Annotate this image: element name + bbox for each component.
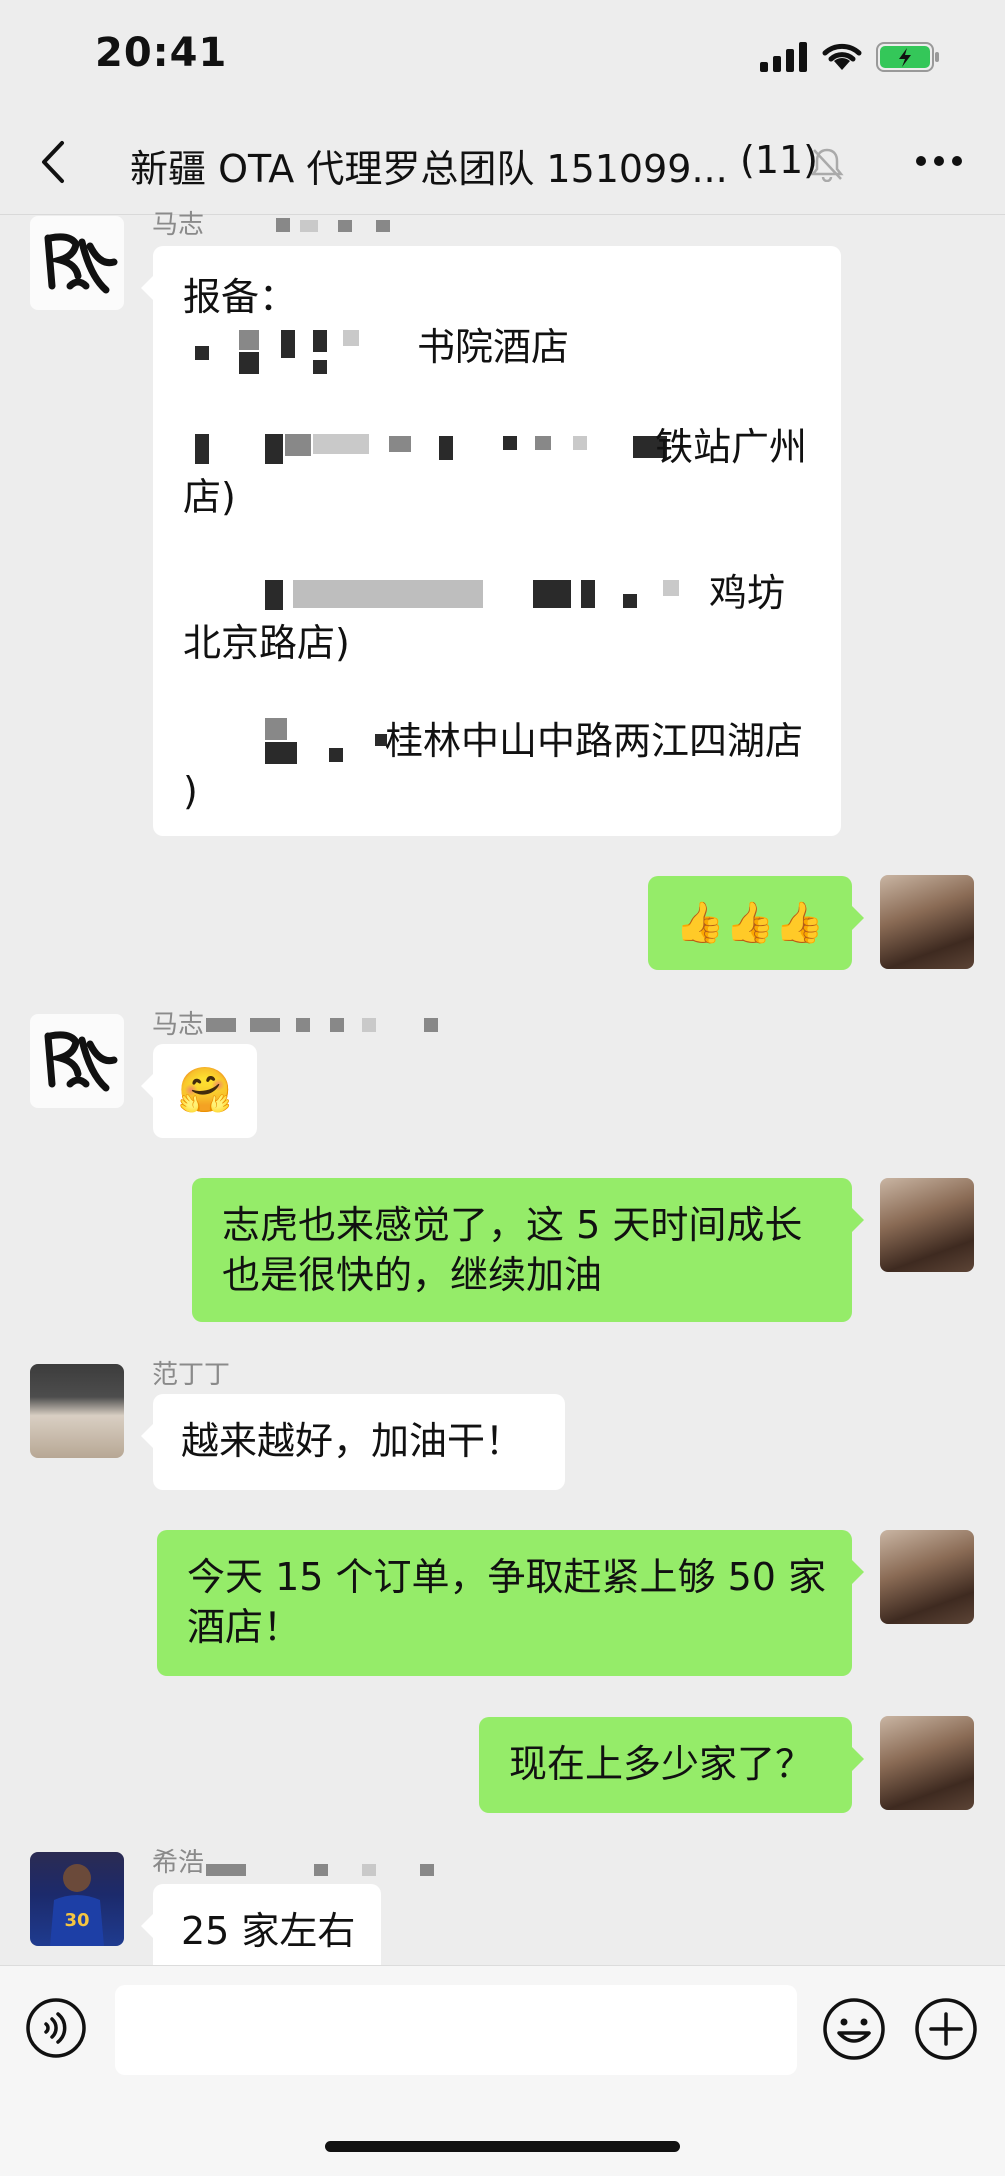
message-input[interactable] [115,1985,797,2075]
member-count: (11) [740,138,819,182]
redaction-mosaic [265,742,297,764]
redaction-mosaic [623,594,637,608]
message-bubble[interactable]: 今天 15 个订单，争取赶紧上够 50 家 酒店！ [157,1530,864,1676]
redaction-mosaic [250,1018,280,1032]
redaction-mosaic [313,360,327,374]
redaction-mosaic [296,1018,310,1032]
message-text: 今天 15 个订单，争取赶紧上够 50 家 [187,1555,827,1599]
redaction-mosaic [206,1864,246,1876]
message-text: 现在上多少家了？ [509,1742,814,1786]
message-text: 25 家左右 [181,1909,356,1953]
message-text: 志虎也来感觉了，这 5 天时间成长 [222,1203,803,1247]
redaction-mosaic [195,346,209,360]
avatar-self[interactable] [880,1716,974,1810]
redaction-mosaic [276,218,290,232]
sender-name: 马志 [152,210,205,240]
message-text: 书院酒店 [417,325,570,369]
sender-name: 范丁丁 [152,1360,231,1390]
avatar-calligraphy[interactable] [30,1014,124,1108]
redaction-mosaic [285,434,311,456]
message-text: 酒店！ [187,1605,302,1649]
battery-charging-icon [876,42,939,72]
redaction-mosaic [581,580,595,608]
redaction-mosaic [389,436,411,452]
message-text: 北京路店) [183,621,350,665]
redaction-mosaic [265,718,287,740]
redaction-mosaic [424,1018,438,1032]
message-bubble[interactable]: 越来越好，加油干！ [141,1394,565,1490]
avatar-self[interactable] [880,1178,974,1272]
message-bubble-emoji[interactable]: 🤗 [141,1044,257,1138]
redaction-mosaic [239,330,259,350]
avatar-self[interactable] [880,1530,974,1624]
cellular-signal-icon [760,42,807,72]
redaction-mosaic [343,330,359,346]
redaction-mosaic [206,1018,236,1032]
redaction-mosaic [329,748,343,762]
message-text: 越来越好，加油干！ [181,1419,524,1463]
message-text: 也是很快的，继续加油 [222,1253,603,1297]
sender-name: 希浩 [152,1848,205,1878]
message-bubble-report[interactable]: 报备： 书院酒店 铁站广州 店) 鸡坊 北京路店) 桂林中山中路两江四湖店 ) [141,246,841,836]
sender-name: 马志 [152,1010,205,1040]
redaction-mosaic [281,330,295,358]
voice-input-icon[interactable] [25,1997,87,2059]
calligraphy-icon [44,1031,118,1092]
wifi-icon [822,43,862,70]
redaction-mosaic [314,1864,328,1876]
message-text: 桂林中山中路两江四湖店 [385,719,804,763]
redaction-mosaic [362,1864,376,1876]
chat-title[interactable]: 新疆 OTA 代理罗总团队 151099... [130,138,728,193]
redaction-mosaic [330,1018,344,1032]
redaction-mosaic [420,1864,434,1876]
redaction-mosaic [239,352,259,374]
jersey-number: 30 [64,1910,89,1931]
redaction-mosaic [362,1018,376,1032]
redaction-mosaic [265,434,283,464]
back-arrow-icon[interactable] [38,140,68,184]
redaction-mosaic [313,434,369,454]
redaction-mosaic [265,580,283,610]
avatar-basketball-player[interactable]: 30 [30,1852,124,1946]
message-text: 鸡坊 [709,571,786,615]
player-jersey-icon: 30 [50,1864,104,1946]
emoji-icon[interactable] [822,1997,886,2061]
redaction-mosaic [338,220,352,232]
message-bubble[interactable]: 志虎也来感觉了，这 5 天时间成长 也是很快的，继续加油 [192,1178,864,1322]
message-text: 铁站广州 [655,425,808,469]
redaction-mosaic [439,436,453,460]
avatar-self[interactable] [880,875,974,969]
calligraphy-icon [44,233,118,294]
message-text: 报备： [183,275,298,319]
mute-bell-icon [810,148,844,182]
redaction-mosaic [503,436,517,450]
message-text: ) [183,769,198,813]
redaction-mosaic [535,436,551,450]
redaction-mosaic [533,580,571,608]
redaction-mosaic [300,220,318,232]
status-time: 20:41 [95,30,228,76]
avatar-fan-dingding[interactable] [30,1364,124,1458]
home-indicator[interactable] [325,2141,680,2152]
thumbs-up-emoji: 👍👍👍 [675,900,825,946]
message-bubble[interactable]: 25 家左右 [141,1884,381,1976]
avatar-calligraphy[interactable] [30,216,124,310]
more-options-icon[interactable] [915,155,963,167]
redaction-mosaic [573,436,587,450]
message-bubble[interactable]: 现在上多少家了？ [479,1717,864,1813]
redaction-mosaic [376,220,390,232]
message-bubble-thumbs[interactable]: 👍👍👍 [648,876,864,970]
redaction-mosaic [663,580,679,596]
add-more-icon[interactable] [914,1997,978,2061]
redaction-mosaic [313,330,327,352]
redaction-mosaic [293,580,483,608]
message-text: 店) [183,475,236,519]
hug-emoji: 🤗 [177,1065,233,1116]
redaction-mosaic [195,434,209,464]
